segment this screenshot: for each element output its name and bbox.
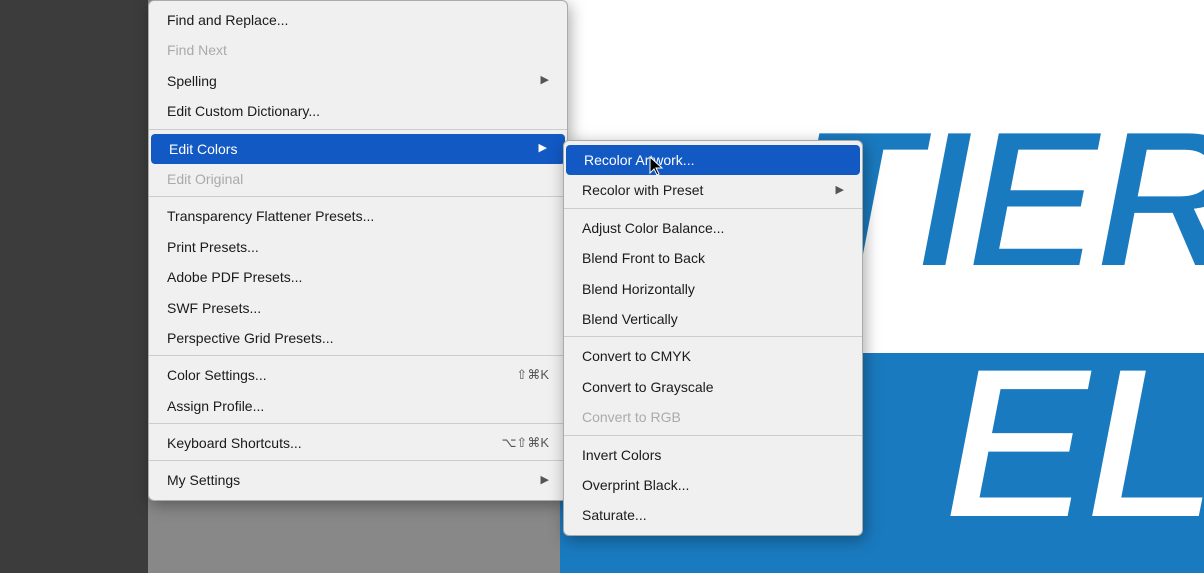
- menu-item-label: Saturate...: [582, 504, 647, 526]
- menu-item-label: Find Next: [167, 39, 227, 61]
- menu-item-label: Convert to Grayscale: [582, 376, 714, 398]
- menu-item-label: Transparency Flattener Presets...: [167, 205, 374, 227]
- submenu-arrow-icon: ▶: [541, 472, 549, 490]
- menu-item-label: Overprint Black...: [582, 474, 689, 496]
- menu-item-swf-presets[interactable]: SWF Presets...: [149, 293, 567, 323]
- menu-item-label: Edit Original: [167, 168, 243, 190]
- submenu-arrow-icon: ▶: [541, 72, 549, 90]
- canvas-text-el: EL: [943, 333, 1204, 553]
- menu-item-edit-colors[interactable]: Edit Colors ▶: [151, 134, 565, 164]
- menu-item-label: My Settings: [167, 469, 240, 491]
- menu-item-edit-original[interactable]: Edit Original: [149, 164, 567, 197]
- menu-item-invert-colors[interactable]: Invert Colors: [564, 440, 862, 470]
- menu-item-adjust-color-balance[interactable]: Adjust Color Balance...: [564, 213, 862, 243]
- menu-item-find-replace[interactable]: Find and Replace...: [149, 5, 567, 35]
- primary-menu: Find and Replace... Find Next Spelling ▶…: [148, 0, 568, 501]
- menu-shortcut: ⇧⌘K: [516, 365, 549, 386]
- menu-item-keyboard-shortcuts[interactable]: Keyboard Shortcuts... ⌥⇧⌘K: [149, 428, 567, 461]
- menu-item-convert-to-rgb[interactable]: Convert to RGB: [564, 402, 862, 435]
- menu-item-label: Spelling: [167, 70, 217, 92]
- menu-item-label: Recolor with Preset: [582, 179, 703, 201]
- menu-item-label: Color Settings...: [167, 364, 267, 386]
- menu-item-label: Adjust Color Balance...: [582, 217, 724, 239]
- menu-item-label: Assign Profile...: [167, 395, 264, 417]
- submenu-arrow-icon: ▶: [539, 140, 547, 158]
- menu-item-assign-profile[interactable]: Assign Profile...: [149, 391, 567, 424]
- menu-item-perspective-grid-presets[interactable]: Perspective Grid Presets...: [149, 323, 567, 356]
- secondary-menu: Recolor Artwork... Recolor with Preset ▶…: [563, 140, 863, 536]
- menu-item-label: SWF Presets...: [167, 297, 261, 319]
- menu-item-my-settings[interactable]: My Settings ▶: [149, 465, 567, 495]
- menu-item-label: Blend Vertically: [582, 308, 678, 330]
- menu-item-saturate[interactable]: Saturate...: [564, 500, 862, 530]
- menu-item-recolor-artwork[interactable]: Recolor Artwork...: [566, 145, 860, 175]
- menu-item-label: Edit Custom Dictionary...: [167, 100, 320, 122]
- menu-item-blend-horizontally[interactable]: Blend Horizontally: [564, 274, 862, 304]
- menu-item-label: Recolor Artwork...: [584, 149, 694, 171]
- menu-shortcut: ⌥⇧⌘K: [501, 433, 549, 454]
- menu-item-blend-vertically[interactable]: Blend Vertically: [564, 304, 862, 337]
- menu-item-label: Find and Replace...: [167, 9, 288, 31]
- menu-item-label: Edit Colors: [169, 138, 237, 160]
- menu-item-overprint-black[interactable]: Overprint Black...: [564, 470, 862, 500]
- app-sidebar: [0, 0, 148, 573]
- menu-item-label: Print Presets...: [167, 236, 259, 258]
- menu-item-edit-custom-dictionary[interactable]: Edit Custom Dictionary...: [149, 96, 567, 129]
- menu-item-convert-to-grayscale[interactable]: Convert to Grayscale: [564, 372, 862, 402]
- menu-item-label: Perspective Grid Presets...: [167, 327, 334, 349]
- menu-item-label: Keyboard Shortcuts...: [167, 432, 302, 454]
- submenu-arrow-icon: ▶: [836, 182, 844, 200]
- menu-item-adobe-pdf-presets[interactable]: Adobe PDF Presets...: [149, 262, 567, 292]
- menu-item-print-presets[interactable]: Print Presets...: [149, 232, 567, 262]
- menu-item-label: Invert Colors: [582, 444, 661, 466]
- menu-item-label: Convert to CMYK: [582, 345, 691, 367]
- menu-item-blend-front-to-back[interactable]: Blend Front to Back: [564, 243, 862, 273]
- menu-item-label: Blend Front to Back: [582, 247, 705, 269]
- menu-item-transparency-flattener[interactable]: Transparency Flattener Presets...: [149, 201, 567, 231]
- menu-item-convert-to-cmyk[interactable]: Convert to CMYK: [564, 341, 862, 371]
- menu-item-color-settings[interactable]: Color Settings... ⇧⌘K: [149, 360, 567, 390]
- menu-item-spelling[interactable]: Spelling ▶: [149, 66, 567, 96]
- menu-item-find-next[interactable]: Find Next: [149, 35, 567, 65]
- menu-item-label: Blend Horizontally: [582, 278, 695, 300]
- menu-item-recolor-with-preset[interactable]: Recolor with Preset ▶: [564, 175, 862, 208]
- menu-item-label: Convert to RGB: [582, 406, 681, 428]
- menu-item-label: Adobe PDF Presets...: [167, 266, 302, 288]
